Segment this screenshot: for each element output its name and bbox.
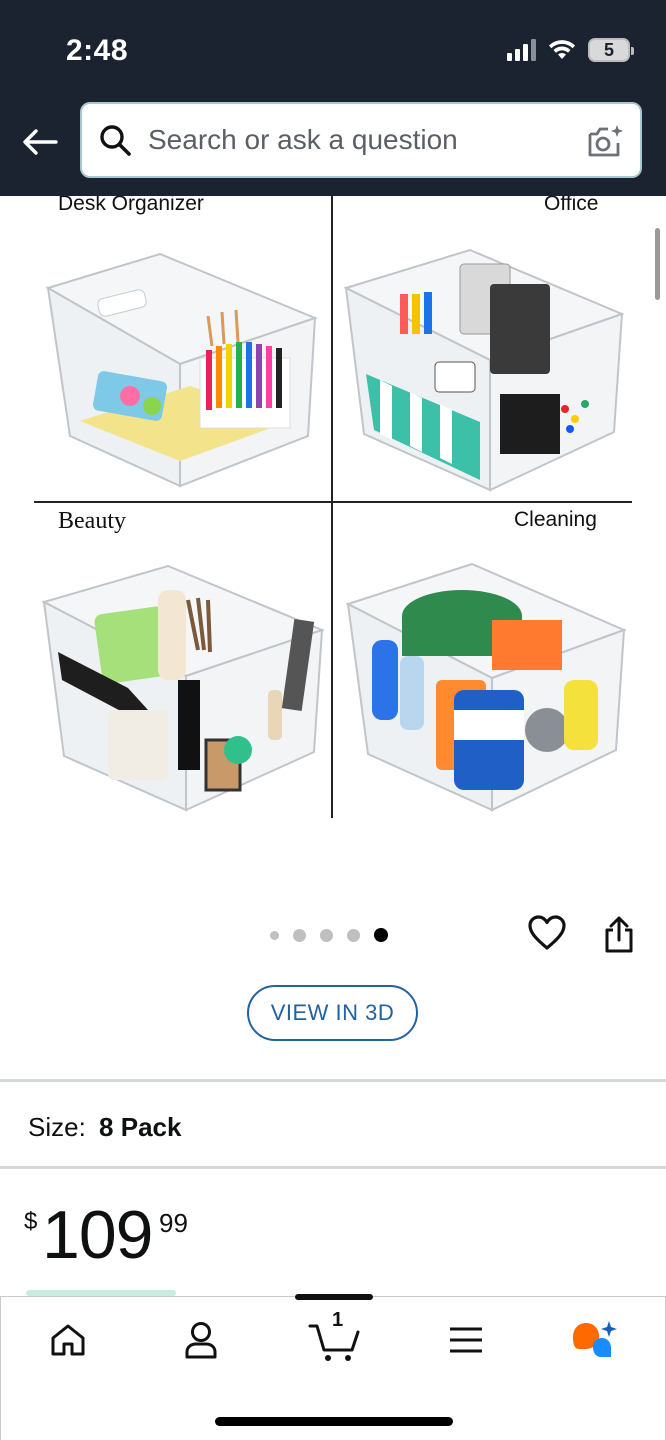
- home-icon: [51, 1324, 85, 1356]
- home-indicator: [215, 1417, 453, 1426]
- status-icons: 5: [507, 38, 634, 62]
- search-bar[interactable]: [80, 102, 642, 178]
- carousel-dot-active[interactable]: [374, 928, 388, 942]
- divider: [0, 1079, 666, 1082]
- label-beauty: Beauty: [58, 508, 126, 534]
- camera-search-icon[interactable]: [586, 124, 624, 160]
- share-icon[interactable]: [603, 916, 635, 954]
- nav-cart[interactable]: 1: [304, 1309, 364, 1365]
- view-in-3d-button[interactable]: VIEW IN 3D: [247, 985, 418, 1041]
- grid-divider-vertical: [331, 196, 333, 818]
- nav-rufus[interactable]: [566, 1315, 626, 1365]
- label-cleaning: Cleaning: [514, 508, 597, 531]
- beauty-bin-image: [41, 564, 325, 812]
- cart-count: 1: [332, 1309, 344, 1331]
- carousel-dot[interactable]: [293, 928, 306, 942]
- top-header: 2:48 5: [0, 0, 666, 196]
- bottom-navigation: 1: [0, 1294, 666, 1440]
- account-icon: [185, 1322, 217, 1359]
- carousel-dots[interactable]: [270, 928, 388, 942]
- cellular-signal-icon: [507, 39, 536, 61]
- carousel-dot[interactable]: [347, 928, 360, 942]
- battery-level: 5: [603, 39, 614, 60]
- office-bin-image: [343, 248, 625, 492]
- search-input[interactable]: [148, 124, 568, 156]
- search-icon: [100, 125, 131, 156]
- desk-organizer-bin-image: [45, 252, 318, 488]
- scroll-indicator[interactable]: [655, 228, 660, 300]
- label-desk-organizer: Desk Organizer: [58, 196, 204, 215]
- price-whole: 109: [42, 1197, 153, 1273]
- divider: [0, 1166, 666, 1169]
- battery-icon: 5: [588, 38, 634, 62]
- size-value: 8 Pack: [99, 1112, 182, 1142]
- cleaning-bin-image: [345, 562, 627, 812]
- price-fraction: 99: [159, 1208, 188, 1238]
- label-office: Office: [544, 196, 599, 215]
- wifi-icon: [549, 40, 575, 59]
- nav-account[interactable]: [171, 1315, 231, 1365]
- product-image[interactable]: Desk Organizer Office Beauty Cleaning: [0, 196, 666, 826]
- carousel-dot[interactable]: [270, 930, 279, 940]
- status-time: 2:48: [66, 34, 129, 67]
- nav-home[interactable]: [38, 1315, 98, 1365]
- carousel-dot[interactable]: [320, 928, 333, 942]
- active-tab-indicator: [295, 1294, 373, 1300]
- back-arrow-icon[interactable]: [20, 122, 60, 162]
- nav-menu[interactable]: [436, 1315, 496, 1365]
- size-label: Size:: [28, 1112, 86, 1142]
- menu-icon: [450, 1327, 482, 1353]
- grid-divider-horizontal: [34, 501, 632, 503]
- price-currency: $: [24, 1208, 38, 1235]
- heart-icon[interactable]: [528, 915, 566, 951]
- rufus-icon: [573, 1321, 617, 1357]
- size-selector[interactable]: Size: 8 Pack: [28, 1112, 181, 1143]
